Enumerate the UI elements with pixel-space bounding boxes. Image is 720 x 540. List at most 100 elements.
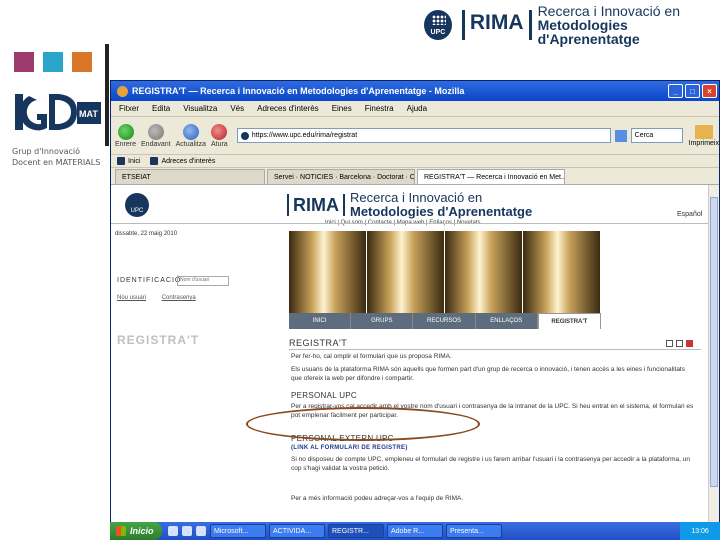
browser-window: REGISTRA'T — Recerca i Innovació en Meto… xyxy=(110,80,720,540)
menu-edit[interactable]: Edita xyxy=(152,104,170,113)
vertical-scrollbar[interactable] xyxy=(708,185,719,525)
stop-button[interactable]: Atura xyxy=(211,123,228,148)
banner-segment xyxy=(445,231,523,313)
navigation-toolbar: Enrere Endavant Actualitza Atura https:/… xyxy=(111,117,719,155)
tab-registrat[interactable]: REGISTRA'T — Recerca i Innovació en Met.… xyxy=(417,169,565,184)
tab-strip: ETSEIAT Servei · NOTICIES · Barcelona · … xyxy=(111,168,719,185)
menu-view[interactable]: Visualitza xyxy=(183,104,217,113)
gidmat-logo: MAT xyxy=(15,94,101,131)
forward-arrow-icon xyxy=(147,123,164,140)
taskbar-button[interactable]: ACTIVIDA... xyxy=(269,524,325,538)
nav-tab-registrat[interactable]: REGISTRA'T xyxy=(537,313,602,329)
page-date: dissabte, 22 maig 2010 xyxy=(115,231,178,237)
quicklaunch-desktop-icon[interactable] xyxy=(182,526,192,536)
email-page-icon[interactable] xyxy=(676,340,683,347)
upc-logo-icon: UPC xyxy=(424,10,452,40)
site-nav-tabs: INICI GRUPS RECURSOS ENLLAÇOS REGISTRA'T xyxy=(289,313,602,329)
account-links: Nou usuari Contrasenya xyxy=(117,295,210,301)
gidmat-caption: Grup d'Innovació Docent en MATERIALS xyxy=(12,146,100,168)
decor-square-magenta xyxy=(14,52,34,72)
banner-segment xyxy=(367,231,445,313)
menu-help[interactable]: Ajuda xyxy=(407,104,427,113)
quicklaunch-outlook-icon[interactable] xyxy=(196,526,206,536)
page-tagline-1: Recerca i Innovació en xyxy=(350,190,483,205)
new-user-link[interactable]: Nou usuari xyxy=(117,295,146,301)
bookmark-favorites[interactable]: Adreces d'interès xyxy=(150,157,215,165)
maximize-icon[interactable]: □ xyxy=(685,84,700,98)
web-page: UPC RIMA Recerca i Innovació en Metodolo… xyxy=(111,185,709,525)
register-form-link[interactable]: (LINK AL FORMULARI DE REGISTRE) xyxy=(291,445,408,451)
menu-go[interactable]: Vés xyxy=(230,104,244,113)
reload-icon xyxy=(182,123,199,140)
intro-text: Per fer-ho, cal omplir el formulari que … xyxy=(291,353,452,360)
language-link[interactable]: Español xyxy=(677,211,702,218)
page-rima-mark: RIMA xyxy=(287,194,345,216)
tab-etseiat[interactable]: ETSEIAT xyxy=(115,169,265,184)
menu-window[interactable]: Finestra xyxy=(365,104,394,113)
content-heading: REGISTRA'T xyxy=(289,338,348,348)
system-clock[interactable]: 13:06 xyxy=(680,522,720,540)
bookmarks-toolbar: Inici Adreces d'interès xyxy=(111,155,719,168)
reload-button[interactable]: Actualitza xyxy=(175,123,206,148)
print-label: Imprimeix xyxy=(688,139,719,147)
paragraph-external: Si no disposeu de compte UPC, empleneu e… xyxy=(291,456,691,472)
highlight-oval xyxy=(246,407,480,441)
menu-tools[interactable]: Eines xyxy=(332,104,352,113)
back-button[interactable]: Enrere xyxy=(115,123,137,148)
rima-tagline-1: Recerca i Innovació en xyxy=(537,3,680,19)
nav-tab-recursos[interactable]: RECURSOS xyxy=(413,313,476,329)
taskbar-button[interactable]: REGISTR... xyxy=(328,524,384,538)
print-button[interactable]: Imprimeix xyxy=(688,124,719,147)
window-titlebar[interactable]: REGISTRA'T — Recerca i Innovació en Meto… xyxy=(111,81,719,101)
page-upc-logo-icon[interactable]: UPC xyxy=(125,193,149,217)
username-input[interactable]: Nom d'usuari xyxy=(177,276,229,286)
menu-bookmarks[interactable]: Adreces d'interès xyxy=(257,104,319,113)
scrollbar-thumb[interactable] xyxy=(710,197,718,487)
content-divider xyxy=(289,349,701,350)
password-link[interactable]: Contrasenya xyxy=(162,295,196,301)
tab-servei[interactable]: Servei · NOTICIES · Barcelona · Doctorat… xyxy=(267,169,415,184)
reload-label: Actualitza xyxy=(175,140,206,148)
page-rima-tagline: Recerca i Innovació en Metodologies d'Ap… xyxy=(350,191,532,219)
stop-icon xyxy=(211,123,228,140)
svg-text:MAT: MAT xyxy=(79,109,98,119)
search-button[interactable]: Cerca xyxy=(630,128,683,143)
top-rima-brand: UPC RIMA Recerca i Innovació en Metodolo… xyxy=(424,4,720,46)
pdf-icon[interactable] xyxy=(686,340,693,347)
banner-image xyxy=(289,231,601,313)
rima-tagline: Recerca i Innovació en Metodologies d'Ap… xyxy=(538,4,720,46)
page-tagline-2: Metodologies d'Aprenentatge xyxy=(350,204,533,219)
menu-file[interactable]: Fitxer xyxy=(119,104,139,113)
nav-tab-inici[interactable]: INICI xyxy=(289,313,352,329)
paragraph-info: Per a més informació podeu adreçar-vos a… xyxy=(291,495,464,502)
close-icon[interactable]: × xyxy=(702,84,717,98)
banner-segment xyxy=(289,231,367,313)
decor-vertical-bar xyxy=(105,44,109,146)
taskbar-button[interactable]: Presenta... xyxy=(446,524,502,538)
url-bar[interactable]: https://www.upc.edu/rima/registrat xyxy=(236,128,611,143)
start-button[interactable]: Inicio xyxy=(110,522,162,540)
minimize-icon[interactable]: _ xyxy=(668,84,683,98)
taskbar-button[interactable]: Microsoft... xyxy=(210,524,266,538)
back-label: Enrere xyxy=(115,140,137,148)
print-page-icon[interactable] xyxy=(666,340,673,347)
forward-button[interactable]: Endavant xyxy=(141,123,171,148)
quicklaunch-ie-icon[interactable] xyxy=(168,526,178,536)
window-title: REGISTRA'T — Recerca i Innovació en Meto… xyxy=(132,86,465,96)
favicon-icon xyxy=(240,131,249,140)
content-tools xyxy=(663,340,693,347)
nav-tab-enllacos[interactable]: ENLLAÇOS xyxy=(476,313,538,329)
caption-line1: Grup d'Innovació xyxy=(12,147,81,156)
taskbar-button[interactable]: Adobe R... xyxy=(387,524,443,538)
subheading-personal-upc: PERSONAL UPC xyxy=(291,391,357,400)
paragraph-users: Els usuaris de la plataforma RIMA són aq… xyxy=(291,366,685,382)
search-engine-icon[interactable] xyxy=(614,129,627,142)
forward-label: Endavant xyxy=(141,140,171,148)
bookmark-home[interactable]: Inici xyxy=(117,157,140,165)
header-divider xyxy=(111,223,709,224)
nav-tab-grups[interactable]: GRUPS xyxy=(351,313,414,329)
caption-line2: Docent en MATERIALS xyxy=(12,158,101,167)
back-arrow-icon xyxy=(117,123,134,140)
decor-square-cyan xyxy=(43,52,63,72)
page-rima-logo[interactable]: RIMA Recerca i Innovació en Metodologies… xyxy=(287,191,532,219)
